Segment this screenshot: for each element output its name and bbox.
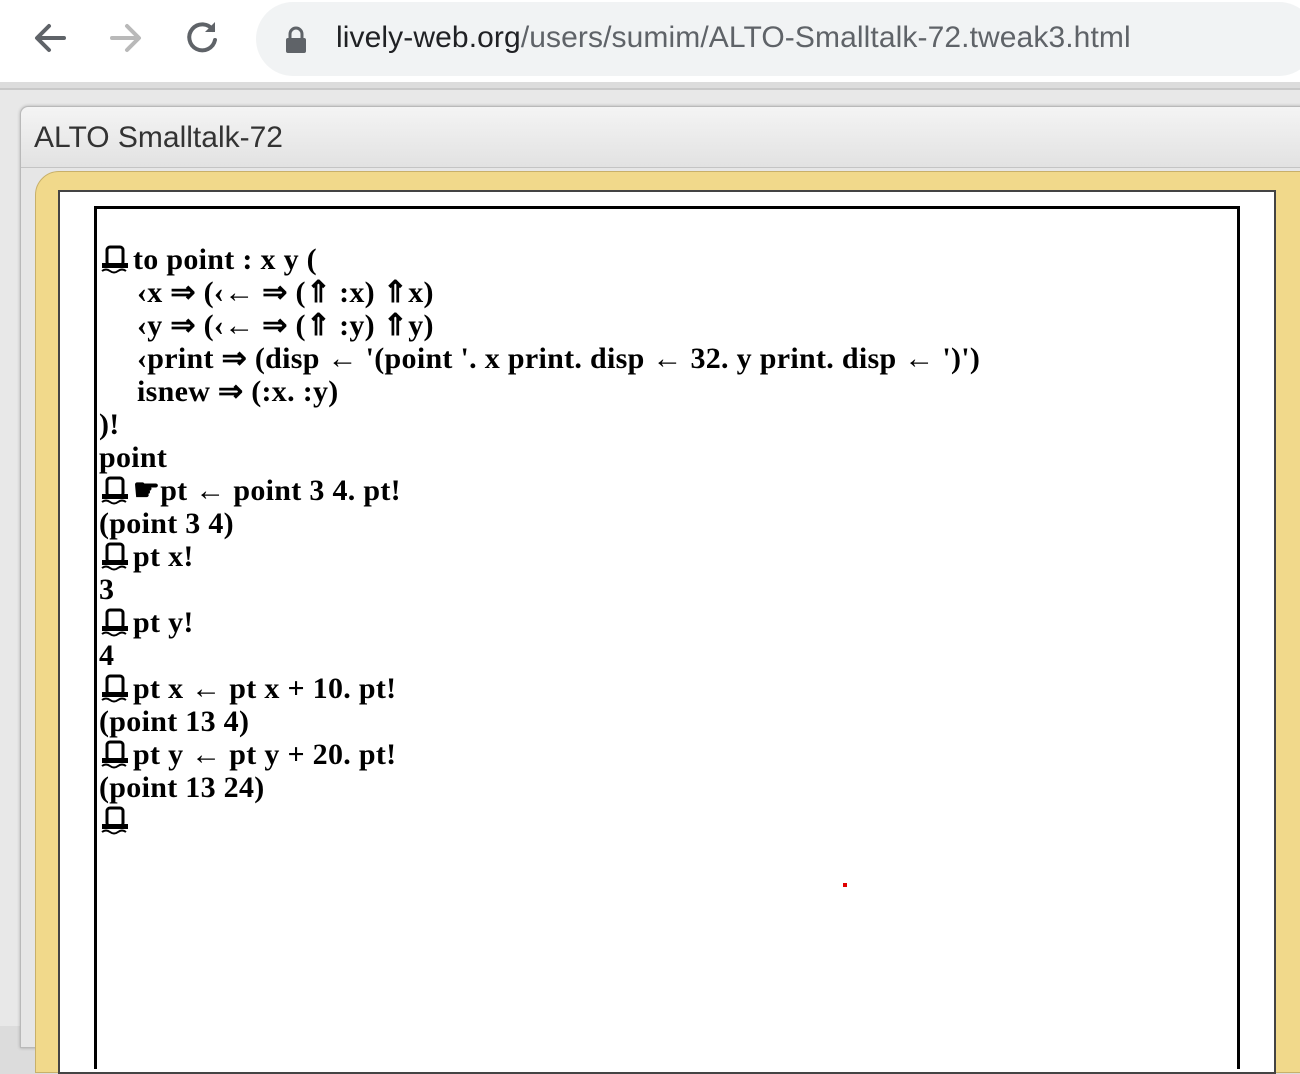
transcript-line: ‹y ⇒ (‹← ⇒ (⇑ :y) ⇑y) [99, 309, 1199, 342]
transcript-line: )! [99, 408, 1199, 441]
transcript-text: ☛pt ← point 3 4. pt! [133, 474, 401, 507]
transcript[interactable]: to point : x y (‹x ⇒ (‹← ⇒ (⇑ :x) ⇑x) ‹y … [99, 243, 1199, 837]
browser-toolbar: lively-web.org/users/sumim/ALTO-Smalltal… [0, 0, 1300, 82]
transcript-text: 4 [99, 639, 115, 672]
smalltalk-display[interactable]: to point : x y (‹x ⇒ (‹← ⇒ (⇑ :x) ⇑x) ‹y … [94, 206, 1240, 1069]
transcript-line: (point 3 4) [99, 507, 1199, 540]
transcript-line [99, 804, 1199, 837]
transcript-text: )! [99, 408, 120, 441]
window-titlebar[interactable]: ALTO Smalltalk-72 [21, 107, 1300, 168]
transcript-line: pt y ← pt y + 20. pt! [99, 738, 1199, 771]
arrow-left-icon [35, 24, 66, 52]
transcript-text: (point 13 24) [99, 771, 265, 804]
transcript-text: point [99, 441, 168, 474]
transcript-line: (point 13 4) [99, 705, 1199, 738]
transcript-text: to point : x y ( [133, 243, 317, 276]
back-button[interactable] [26, 14, 74, 62]
transcript-line: pt x ← pt x + 10. pt! [99, 672, 1199, 705]
cursor-marker [843, 883, 847, 887]
url-host: lively-web.org [336, 21, 521, 54]
transcript-text: 3 [99, 573, 115, 606]
transcript-line: isnew ⇒ (:x. :y) [99, 375, 1199, 408]
prompt-icon [99, 738, 133, 771]
transcript-text: pt y ← pt y + 20. pt! [133, 738, 397, 771]
transcript-line: pt x! [99, 540, 1199, 573]
transcript-text: (point 13 4) [99, 705, 250, 738]
transcript-line: ‹print ⇒ (disp ← '(point '. x print. dis… [99, 342, 1199, 375]
alto-screen: to point : x y (‹x ⇒ (‹← ⇒ (⇑ :x) ⇑x) ‹y … [58, 190, 1276, 1074]
reload-button[interactable] [178, 14, 226, 62]
url-path: /users/sumim/ALTO-Smalltalk-72.tweak3.ht… [520, 21, 1131, 54]
transcript-line: 4 [99, 639, 1199, 672]
prompt-icon [99, 672, 133, 705]
transcript-text: pt x! [133, 540, 194, 573]
lock-icon[interactable] [284, 26, 308, 54]
transcript-line: 3 [99, 573, 1199, 606]
lively-window[interactable]: ALTO Smalltalk-72 to point : x y (‹x ⇒ (… [20, 106, 1300, 1074]
transcript-text: isnew ⇒ (:x. :y) [137, 375, 339, 408]
prompt-icon [99, 474, 133, 507]
transcript-line: ☛pt ← point 3 4. pt! [99, 474, 1199, 507]
arrow-right-icon [110, 24, 141, 52]
transcript-text: ‹y ⇒ (‹← ⇒ (⇑ :y) ⇑y) [137, 309, 434, 342]
url-text[interactable]: lively-web.org/users/sumim/ALTO-Smalltal… [336, 18, 1131, 58]
transcript-text: pt y! [133, 606, 194, 639]
transcript-text: pt x ← pt x + 10. pt! [133, 672, 397, 705]
transcript-line: (point 13 24) [99, 771, 1199, 804]
window-title: ALTO Smalltalk-72 [34, 121, 283, 154]
transcript-text: ‹x ⇒ (‹← ⇒ (⇑ :x) ⇑x) [137, 276, 434, 309]
transcript-text: (point 3 4) [99, 507, 234, 540]
transcript-line: pt y! [99, 606, 1199, 639]
transcript-line: ‹x ⇒ (‹← ⇒ (⇑ :x) ⇑x) [99, 276, 1199, 309]
prompt-icon [99, 606, 133, 639]
prompt-icon [99, 804, 133, 837]
prompt-icon [99, 243, 133, 276]
forward-button[interactable] [102, 14, 150, 62]
transcript-line: to point : x y ( [99, 243, 1199, 276]
prompt-icon [99, 540, 133, 573]
alto-frame: to point : x y (‹x ⇒ (‹← ⇒ (⇑ :x) ⇑x) ‹y … [35, 171, 1300, 1074]
transcript-text: ‹print ⇒ (disp ← '(point '. x print. dis… [137, 342, 981, 375]
reload-icon [187, 22, 217, 53]
transcript-line: point [99, 441, 1199, 474]
